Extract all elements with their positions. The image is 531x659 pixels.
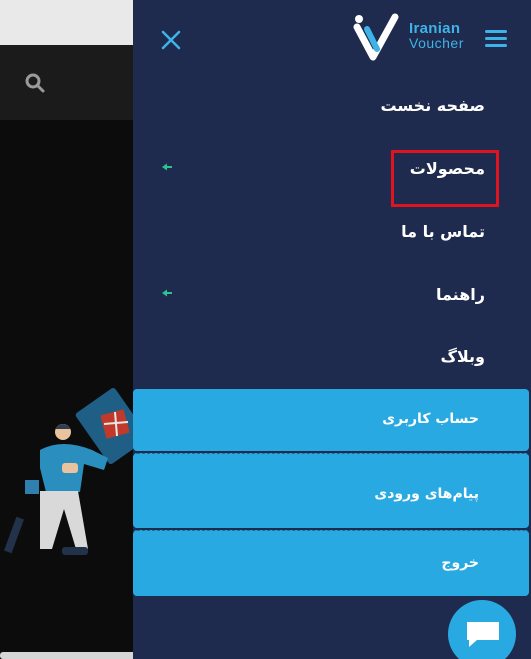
chat-button[interactable] xyxy=(448,600,516,659)
brand-logo[interactable]: Iranian Voucher xyxy=(353,13,473,61)
logout-button[interactable]: خروج xyxy=(133,530,529,596)
account-button[interactable]: حساب کاربری xyxy=(133,389,529,451)
side-menu-panel: Iranian Voucher صفحه نخست محصولات تماس ب… xyxy=(133,0,531,659)
menu-item-home[interactable]: صفحه نخست xyxy=(133,86,531,130)
account-button-label: حساب کاربری xyxy=(382,411,479,427)
close-icon[interactable] xyxy=(159,28,183,52)
brand-name-line2: Voucher xyxy=(409,35,464,51)
brand-name-line1: Iranian xyxy=(409,20,461,37)
menu-item-guide[interactable]: راهنما xyxy=(133,275,531,319)
gift-person-illustration xyxy=(4,388,140,555)
background-top-bar xyxy=(0,0,133,45)
menu-item-products[interactable]: محصولات xyxy=(133,149,531,193)
menu-item-contact[interactable]: تماس با ما xyxy=(133,212,531,256)
arrow-left-icon[interactable] xyxy=(161,288,173,298)
menu-item-blog[interactable]: وبلاگ xyxy=(133,337,531,381)
hamburger-icon[interactable] xyxy=(485,30,507,48)
menu-item-label: وبلاگ xyxy=(440,347,485,366)
menu-item-label: تماس با ما xyxy=(401,222,485,241)
inbox-messages-label: پیام‌های ورودی xyxy=(374,486,479,502)
logout-button-label: خروج xyxy=(441,555,479,571)
arrow-left-icon[interactable] xyxy=(161,162,173,172)
background-header xyxy=(0,45,133,120)
brand-name: Iranian Voucher xyxy=(409,21,464,51)
inbox-messages-button[interactable]: پیام‌های ورودی xyxy=(133,453,529,528)
menu-item-label: محصولات xyxy=(409,159,485,178)
search-icon[interactable] xyxy=(24,72,46,94)
menu-item-label: راهنما xyxy=(435,285,485,304)
menu-item-label: صفحه نخست xyxy=(380,96,485,115)
chat-icon xyxy=(467,622,499,647)
logo-mark-icon xyxy=(353,13,399,61)
